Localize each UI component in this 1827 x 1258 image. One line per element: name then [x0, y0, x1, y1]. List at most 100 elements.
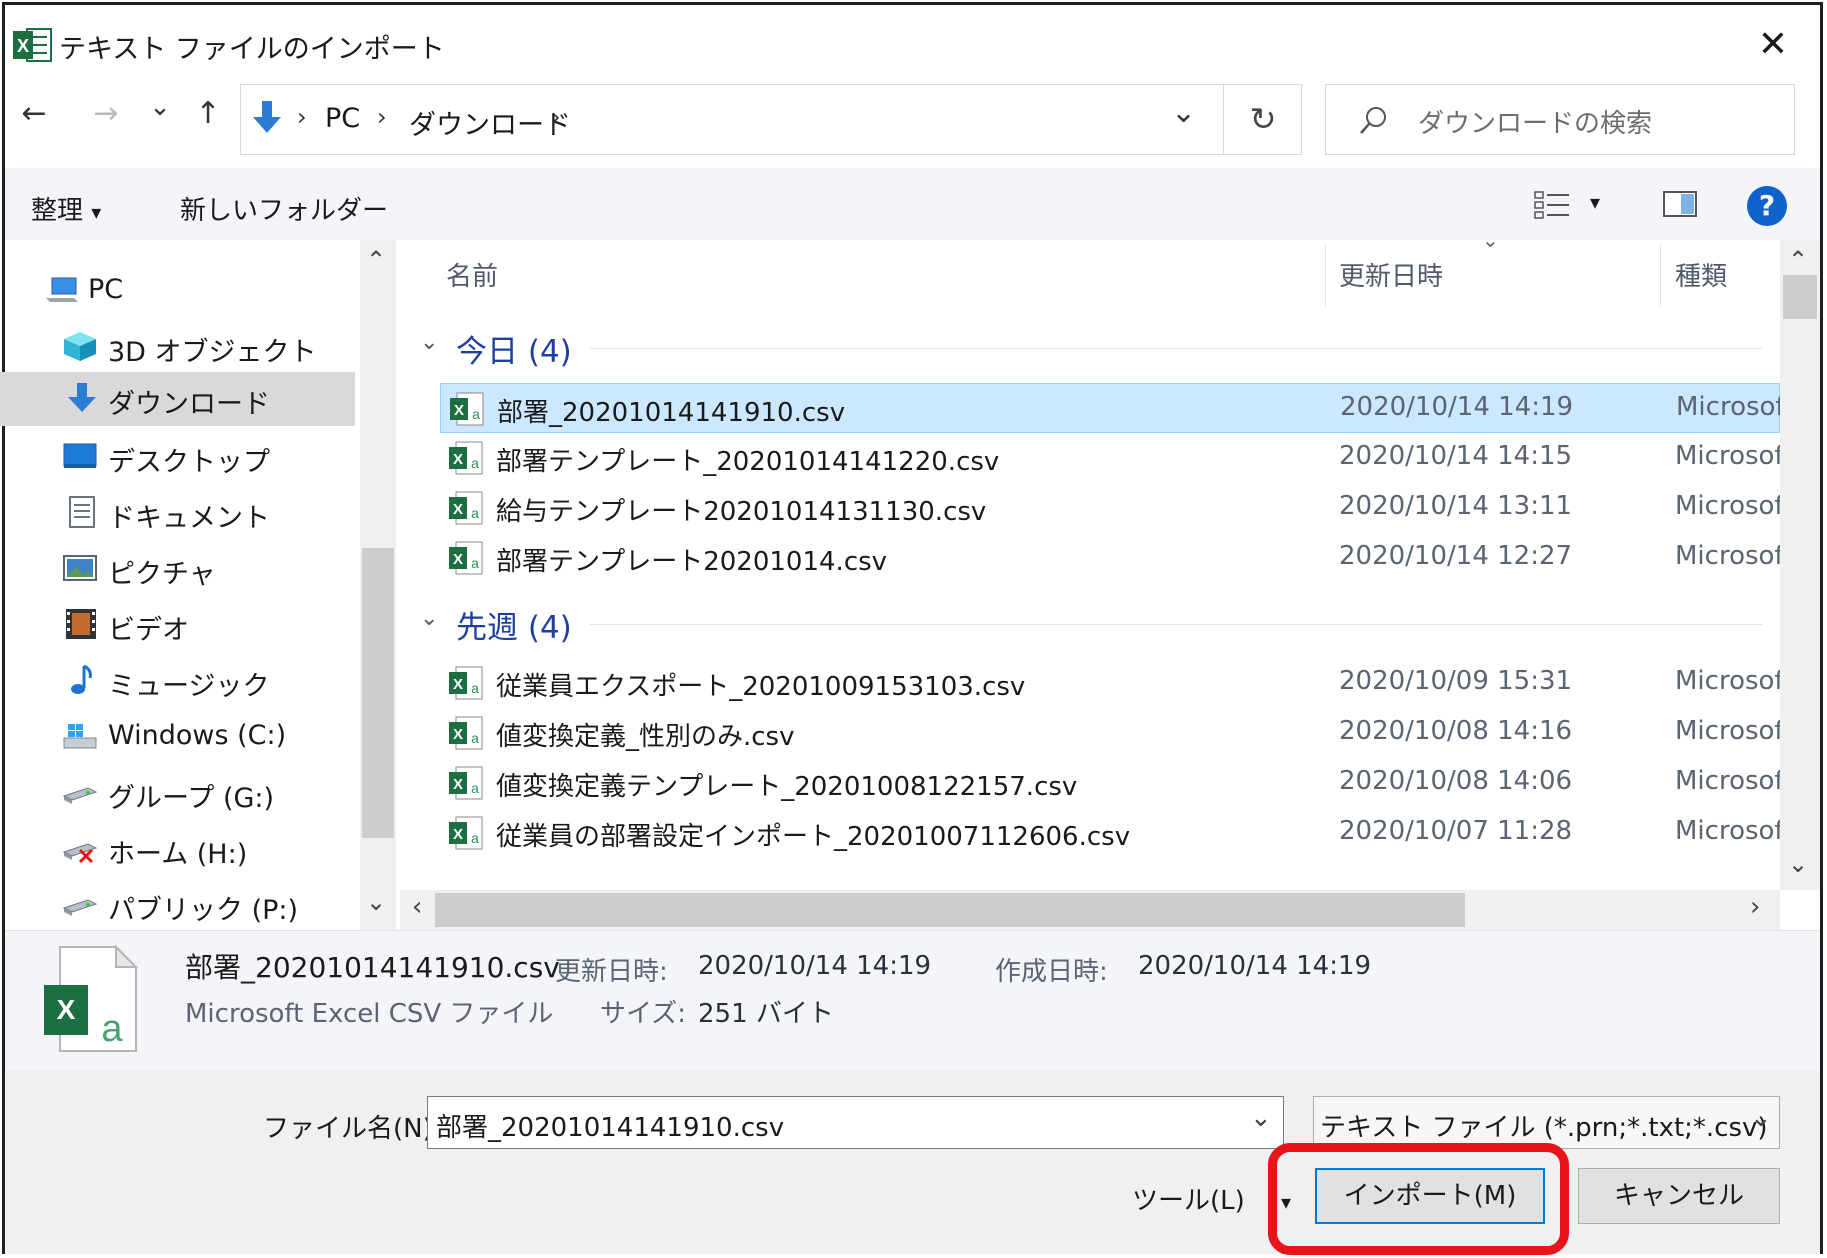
nav-item-label: ダウンロード — [108, 389, 270, 420]
details-size-value: 251 バイト — [698, 999, 834, 1029]
svg-text:X: X — [453, 501, 463, 518]
nav-item-drive-g[interactable]: グループ (G:) — [0, 766, 355, 820]
nav-item-3d-objects[interactable]: 3D オブジェクト — [0, 320, 355, 374]
cancel-button[interactable]: キャンセル — [1578, 1168, 1780, 1224]
breadcrumb-pc[interactable]: PC — [325, 103, 360, 134]
nav-item-music[interactable]: ミュージック — [0, 654, 355, 708]
nav-item-pc[interactable]: PC — [0, 264, 355, 318]
nav-item-drive-c[interactable]: Windows (C:) — [0, 710, 355, 764]
drive-c-icon — [62, 720, 98, 752]
disconnected-drive-icon — [62, 832, 98, 864]
file-row[interactable]: Xa 従業員エクスポート_20201009153103.csv 2020/10/… — [440, 658, 1780, 708]
group-header-last-week[interactable]: 先週 (4) — [456, 602, 572, 647]
breadcrumb-separator[interactable]: › — [551, 103, 561, 131]
svg-text:a: a — [471, 455, 479, 471]
file-row[interactable]: Xa 部署_20201014141910.csv 2020/10/14 14:1… — [440, 383, 1781, 433]
file-row[interactable]: Xa 部署テンプレート_20201014141220.csv 2020/10/1… — [440, 433, 1780, 483]
breadcrumb-separator[interactable]: › — [377, 103, 387, 131]
nav-item-desktop[interactable]: デスクトップ — [0, 430, 355, 484]
csv-file-icon: Xa — [449, 666, 483, 700]
collapse-group-icon[interactable]: ⌄ — [420, 330, 438, 355]
file-row[interactable]: Xa 値変換定義_性別のみ.csv 2020/10/08 14:16 Micro… — [440, 708, 1780, 758]
nav-item-drive-h[interactable]: ホーム (H:) — [0, 822, 355, 876]
group-header-today[interactable]: 今日 (4) — [456, 326, 572, 371]
nav-scrollbar-thumb[interactable] — [362, 548, 394, 838]
csv-file-icon: Xa — [449, 491, 483, 525]
up-button[interactable]: ↑ — [188, 96, 228, 136]
file-type-filter-select[interactable]: テキスト ファイル (*.prn;*.txt;*.csv) ⌄ — [1313, 1096, 1780, 1149]
column-divider[interactable] — [1660, 244, 1661, 306]
address-bar[interactable]: › PC › ダウンロード › ⌄ — [240, 84, 1302, 155]
scroll-up-button[interactable]: ⌃ — [1788, 246, 1808, 274]
network-drive-icon — [62, 888, 98, 920]
file-row[interactable]: Xa 従業員の部署設定インポート_20201007112606.csv 2020… — [440, 808, 1780, 858]
scroll-right-button[interactable]: › — [1750, 892, 1760, 922]
nav-item-downloads[interactable]: ダウンロード — [0, 372, 355, 426]
svg-text:X: X — [453, 676, 463, 693]
file-date: 2020/10/14 13:11 — [1339, 491, 1573, 521]
details-file-type: Microsoft Excel CSV ファイル — [185, 999, 554, 1029]
download-icon — [251, 99, 283, 139]
details-size-label: サイズ: — [600, 999, 686, 1029]
nav-item-label: グループ (G:) — [108, 783, 275, 814]
scroll-up-button[interactable]: ⌃ — [366, 246, 386, 274]
nav-item-drive-p[interactable]: パブリック (P:) — [0, 878, 355, 932]
column-header-name[interactable]: 名前 — [446, 256, 498, 293]
file-list-vertical-scrollbar-thumb[interactable] — [1783, 275, 1817, 319]
file-list-horizontal-scrollbar-thumb[interactable] — [435, 893, 1465, 927]
nav-item-pictures[interactable]: ピクチャ — [0, 542, 355, 596]
file-list-vertical-scrollbar[interactable] — [1780, 240, 1820, 890]
file-name: 従業員エクスポート_20201009153103.csv — [496, 672, 1026, 702]
scroll-down-button[interactable]: ⌄ — [366, 888, 386, 916]
file-date: 2020/10/09 15:31 — [1339, 666, 1573, 696]
scroll-down-button[interactable]: ⌄ — [1788, 850, 1808, 878]
new-folder-button[interactable]: 新しいフォルダー — [180, 190, 388, 227]
nav-item-documents[interactable]: ドキュメント — [0, 486, 355, 540]
filename-value: 部署_20201014141910.csv — [436, 1113, 785, 1143]
address-dropdown-button[interactable]: ⌄ — [1171, 95, 1196, 130]
chevron-down-icon: ▾ — [91, 200, 102, 224]
file-row[interactable]: Xa 給与テンプレート20201014131130.csv 2020/10/14… — [440, 483, 1780, 533]
column-header-type[interactable]: 種類 — [1675, 256, 1727, 293]
column-divider[interactable] — [1325, 244, 1326, 306]
refresh-button[interactable]: ↻ — [1223, 84, 1302, 155]
svg-text:a: a — [471, 780, 479, 796]
file-name: 部署テンプレート_20201014141220.csv — [496, 447, 1000, 477]
nav-item-video[interactable]: ビデオ — [0, 598, 355, 652]
file-date: 2020/10/07 11:28 — [1339, 816, 1573, 846]
column-header-date[interactable]: 更新日時 — [1339, 256, 1443, 293]
csv-file-icon: Xa — [449, 766, 483, 800]
details-created-value: 2020/10/14 14:19 — [1138, 951, 1372, 981]
help-button[interactable]: ? — [1747, 186, 1787, 226]
collapse-group-icon[interactable]: ⌄ — [420, 606, 438, 631]
svg-text:X: X — [453, 726, 463, 743]
nav-item-label: パブリック (P:) — [108, 895, 299, 926]
svg-text:a: a — [471, 555, 479, 571]
file-row[interactable]: Xa 部署テンプレート20201014.csv 2020/10/14 12:27… — [440, 533, 1780, 583]
breadcrumb-separator[interactable]: › — [297, 103, 307, 131]
filename-label: ファイル名(N): — [263, 1114, 442, 1144]
csv-file-icon: Xa — [449, 541, 483, 575]
recent-locations-button[interactable]: ⌄ — [145, 92, 175, 132]
view-options-button[interactable] — [1533, 188, 1573, 222]
breadcrumb-downloads[interactable]: ダウンロード — [409, 103, 571, 142]
file-date: 2020/10/14 14:15 — [1339, 441, 1573, 471]
preview-pane-button[interactable] — [1661, 188, 1701, 222]
documents-icon — [64, 496, 100, 528]
close-button[interactable]: ✕ — [1741, 23, 1805, 67]
file-type: Microsoft — [1676, 392, 1781, 422]
filename-input[interactable]: 部署_20201014141910.csv ⌄ — [427, 1096, 1284, 1149]
excel-app-icon: X — [13, 27, 53, 63]
pc-icon — [44, 274, 80, 306]
organize-button[interactable]: 整理 ▾ — [31, 190, 101, 227]
forward-button[interactable]: → — [86, 96, 126, 136]
back-button[interactable]: ← — [14, 96, 54, 136]
file-row[interactable]: Xa 値変換定義テンプレート_20201008122157.csv 2020/1… — [440, 758, 1780, 808]
chevron-down-icon[interactable]: ⌄ — [1250, 1103, 1272, 1133]
view-dropdown-button[interactable]: ▾ — [1590, 190, 1600, 214]
3d-objects-icon — [62, 330, 98, 362]
csv-file-icon: Xa — [449, 441, 483, 475]
csv-file-icon: Xa — [449, 816, 483, 850]
scroll-left-button[interactable]: ‹ — [412, 892, 422, 922]
search-input[interactable]: ダウンロードの検索 — [1325, 84, 1795, 155]
